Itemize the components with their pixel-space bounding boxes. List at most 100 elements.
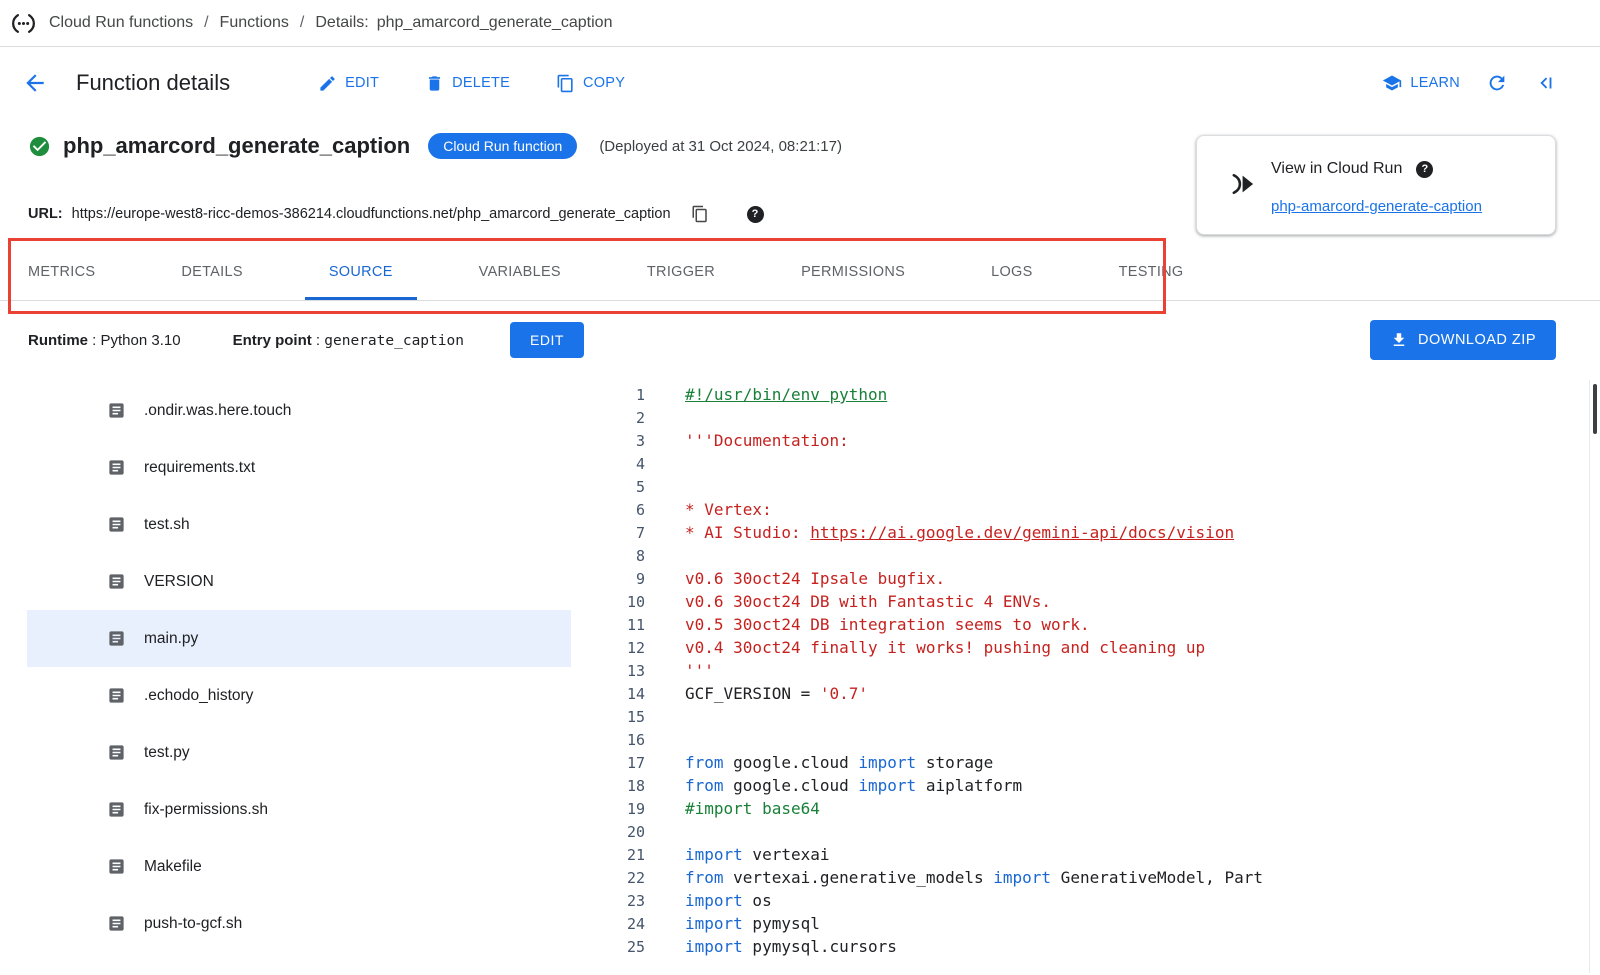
file-row[interactable]: .ondir.was.here.touch — [27, 382, 571, 439]
code-text: * AI Studio: https://ai.google.dev/gemin… — [685, 523, 1234, 542]
code-text: ''' — [685, 661, 714, 680]
refresh-button[interactable] — [1486, 72, 1508, 94]
learn-button[interactable]: LEARN — [1382, 73, 1460, 93]
code-line: 22from vertexai.generative_models import… — [595, 866, 1600, 889]
file-icon — [107, 743, 126, 762]
file-row[interactable]: Makefile — [27, 838, 571, 895]
source-edit-button[interactable]: EDIT — [510, 322, 584, 358]
code-panel: 1#!/usr/bin/env python23'''Documentation… — [595, 378, 1600, 975]
code-line: 24import pymysql — [595, 912, 1600, 935]
file-row[interactable]: fix-permissions.sh — [27, 781, 571, 838]
line-number: 3 — [595, 432, 645, 450]
collapse-panel-button[interactable] — [1534, 72, 1556, 94]
line-number: 18 — [595, 777, 645, 795]
code-line: 11v0.5 30oct24 DB integration seems to w… — [595, 613, 1600, 636]
runtime-info: Runtime : Python 3.10 — [28, 332, 181, 349]
file-name: .ondir.was.here.touch — [144, 402, 291, 420]
code-text: #import base64 — [685, 799, 820, 818]
breadcrumb-details-value: php_amarcord_generate_caption — [377, 14, 613, 32]
card-title-row: View in Cloud Run ? — [1271, 160, 1433, 178]
header-row: Function details EDIT DELETE COPY LEARN — [0, 47, 1600, 119]
line-number: 25 — [595, 938, 645, 956]
function-name: php_amarcord_generate_caption — [63, 133, 410, 159]
header-actions: EDIT DELETE COPY — [318, 74, 625, 93]
file-icon — [107, 629, 126, 648]
line-number: 8 — [595, 547, 645, 565]
file-icon — [107, 686, 126, 705]
cloud-run-logo-icon — [1227, 170, 1257, 198]
file-row[interactable]: test.py — [27, 724, 571, 781]
tab-metrics[interactable]: METRICS — [4, 247, 119, 300]
learn-icon — [1382, 73, 1402, 93]
file-name: Makefile — [144, 858, 202, 876]
file-icon — [107, 401, 126, 420]
line-number: 21 — [595, 846, 645, 864]
tab-variables[interactable]: VARIABLES — [455, 247, 585, 300]
tab-trigger[interactable]: TRIGGER — [623, 247, 739, 300]
code-line: 16 — [595, 728, 1600, 751]
tab-details[interactable]: DETAILS — [157, 247, 266, 300]
line-number: 15 — [595, 708, 645, 726]
code-line: 25 import pymysql.cursors — [595, 935, 1600, 958]
entry-point-separator: : — [316, 332, 320, 349]
card-help-icon[interactable]: ? — [1416, 161, 1433, 178]
file-row[interactable]: requirements.txt — [27, 439, 571, 496]
code-line: 17 from google.cloud import storage — [595, 751, 1600, 774]
code-line: 19 #import base64 — [595, 797, 1600, 820]
code-text: import vertexai — [685, 845, 830, 864]
edit-button[interactable]: EDIT — [318, 74, 379, 93]
download-zip-button[interactable]: DOWNLOAD ZIP — [1370, 320, 1556, 360]
back-arrow-button[interactable] — [22, 70, 48, 96]
source-main: .ondir.was.here.touch requirements.txt tes… — [0, 378, 1600, 975]
copy-button-label: COPY — [583, 75, 625, 91]
header-right-actions: LEARN — [1382, 72, 1556, 94]
code-text: from google.cloud import storage — [685, 753, 993, 772]
code-line: 9v0.6 30oct24 Ipsale bugfix. — [595, 567, 1600, 590]
runtime-label: Runtime — [28, 332, 88, 349]
code-scrollbar-track[interactable] — [1589, 380, 1600, 973]
url-copy-icon[interactable] — [691, 205, 709, 223]
code-line: 2 — [595, 406, 1600, 429]
runtime-value: : Python 3.10 — [92, 332, 180, 349]
file-row[interactable]: push-to-gcf.sh — [27, 895, 571, 952]
page: Cloud Run functions / Functions / Detail… — [0, 0, 1600, 975]
code-line: 7* AI Studio: https://ai.google.dev/gemi… — [595, 521, 1600, 544]
tab-permissions[interactable]: PERMISSIONS — [777, 247, 929, 300]
delete-button[interactable]: DELETE — [425, 74, 510, 93]
file-icon — [107, 914, 126, 933]
tab-source[interactable]: SOURCE — [305, 247, 417, 300]
line-number: 17 — [595, 754, 645, 772]
code-text: import pymysql.cursors — [685, 937, 897, 956]
code-scrollbar-thumb[interactable] — [1593, 384, 1597, 434]
breadcrumb-product[interactable]: Cloud Run functions — [49, 14, 193, 32]
url-label: URL: — [28, 206, 63, 222]
file-row[interactable]: VERSION — [27, 553, 571, 610]
file-name: test.sh — [144, 516, 190, 534]
tab-logs[interactable]: LOGS — [967, 247, 1057, 300]
file-name: fix-permissions.sh — [144, 801, 268, 819]
line-number: 22 — [595, 869, 645, 887]
breadcrumb-functions[interactable]: Functions — [220, 14, 289, 32]
copy-button[interactable]: COPY — [556, 74, 625, 93]
file-row[interactable]: .echodo_history — [27, 667, 571, 724]
refresh-icon — [1486, 72, 1508, 94]
code-line: 10v0.6 30oct24 DB with Fantastic 4 ENVs. — [595, 590, 1600, 613]
breadcrumb-separator: / — [300, 14, 304, 32]
line-number: 19 — [595, 800, 645, 818]
file-icon — [107, 857, 126, 876]
url-help-icon[interactable]: ? — [747, 206, 764, 223]
cloud-run-service-link[interactable]: php-amarcord-generate-caption — [1271, 198, 1482, 215]
code-line: 18from google.cloud import aiplatform — [595, 774, 1600, 797]
tab-testing[interactable]: TESTING — [1095, 247, 1208, 300]
file-icon — [107, 458, 126, 477]
edit-button-label: EDIT — [345, 75, 379, 91]
file-row[interactable]: test.sh — [27, 496, 571, 553]
file-icon — [107, 800, 126, 819]
code-text: GCF_VERSION = '0.7' — [685, 684, 868, 703]
line-number: 11 — [595, 616, 645, 634]
source-toolbar: Runtime : Python 3.10 Entry point : gene… — [0, 302, 1600, 378]
url-row: URL: https://europe-west8-ricc-demos-386… — [28, 205, 764, 223]
tabs-row: METRICS DETAILS SOURCE VARIABLES TRIGGER PERM… — [0, 247, 1600, 301]
file-row[interactable]: main.py — [27, 610, 571, 667]
pencil-icon — [318, 74, 337, 93]
